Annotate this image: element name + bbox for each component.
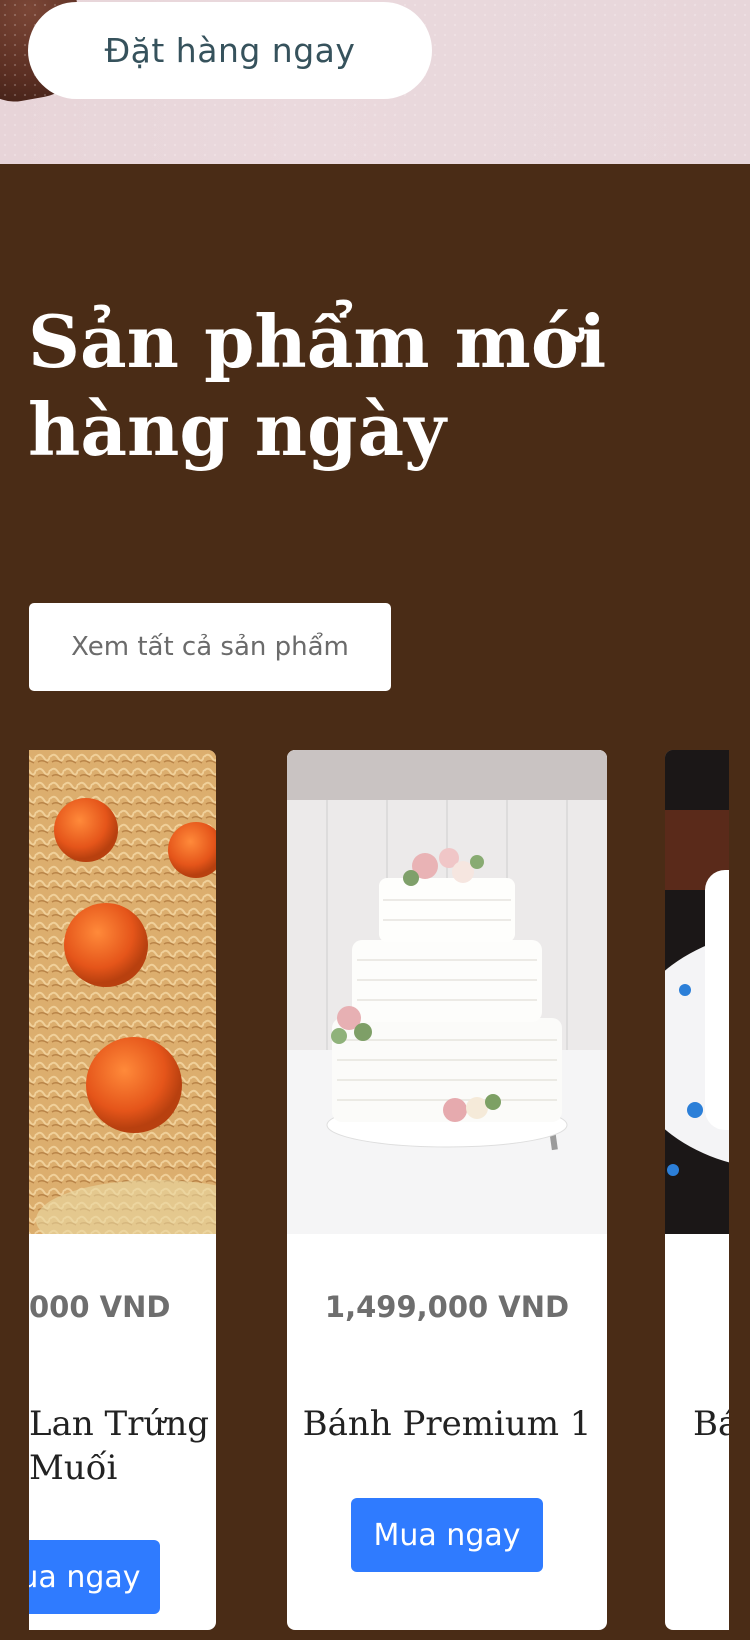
product-carousel[interactable]: 000 VND Lan Trứng Muối ua ngay 1,499,000…: [29, 750, 729, 1640]
product-card[interactable]: 000 VND Lan Trứng Muối ua ngay: [29, 750, 216, 1630]
buy-now-button[interactable]: ua ngay: [29, 1540, 160, 1614]
product-image: [665, 750, 729, 1234]
buy-now-button[interactable]: Mua ngay: [351, 1498, 543, 1572]
hero-banner: Đặt hàng ngay: [0, 0, 750, 164]
view-all-products-button[interactable]: Xem tất cả sản phẩm: [29, 603, 391, 691]
product-card[interactable]: 1,499,000 VND Bánh Premium 1 Mua ngay: [287, 750, 607, 1630]
product-name: Bánh Premium 1: [302, 1404, 592, 1444]
product-name: Lan Trứng Muối: [29, 1404, 210, 1488]
product-price: 1,499,000 VND: [324, 1290, 570, 1324]
product-card[interactable]: Bá: [665, 750, 729, 1630]
product-price: 000 VND: [29, 1290, 171, 1324]
order-now-button[interactable]: Đặt hàng ngay: [28, 2, 432, 99]
product-name: Bá: [693, 1404, 729, 1444]
product-image: [287, 750, 607, 1234]
section-title: Sản phẩm mới hàng ngày: [28, 299, 607, 472]
product-image: [29, 750, 216, 1234]
